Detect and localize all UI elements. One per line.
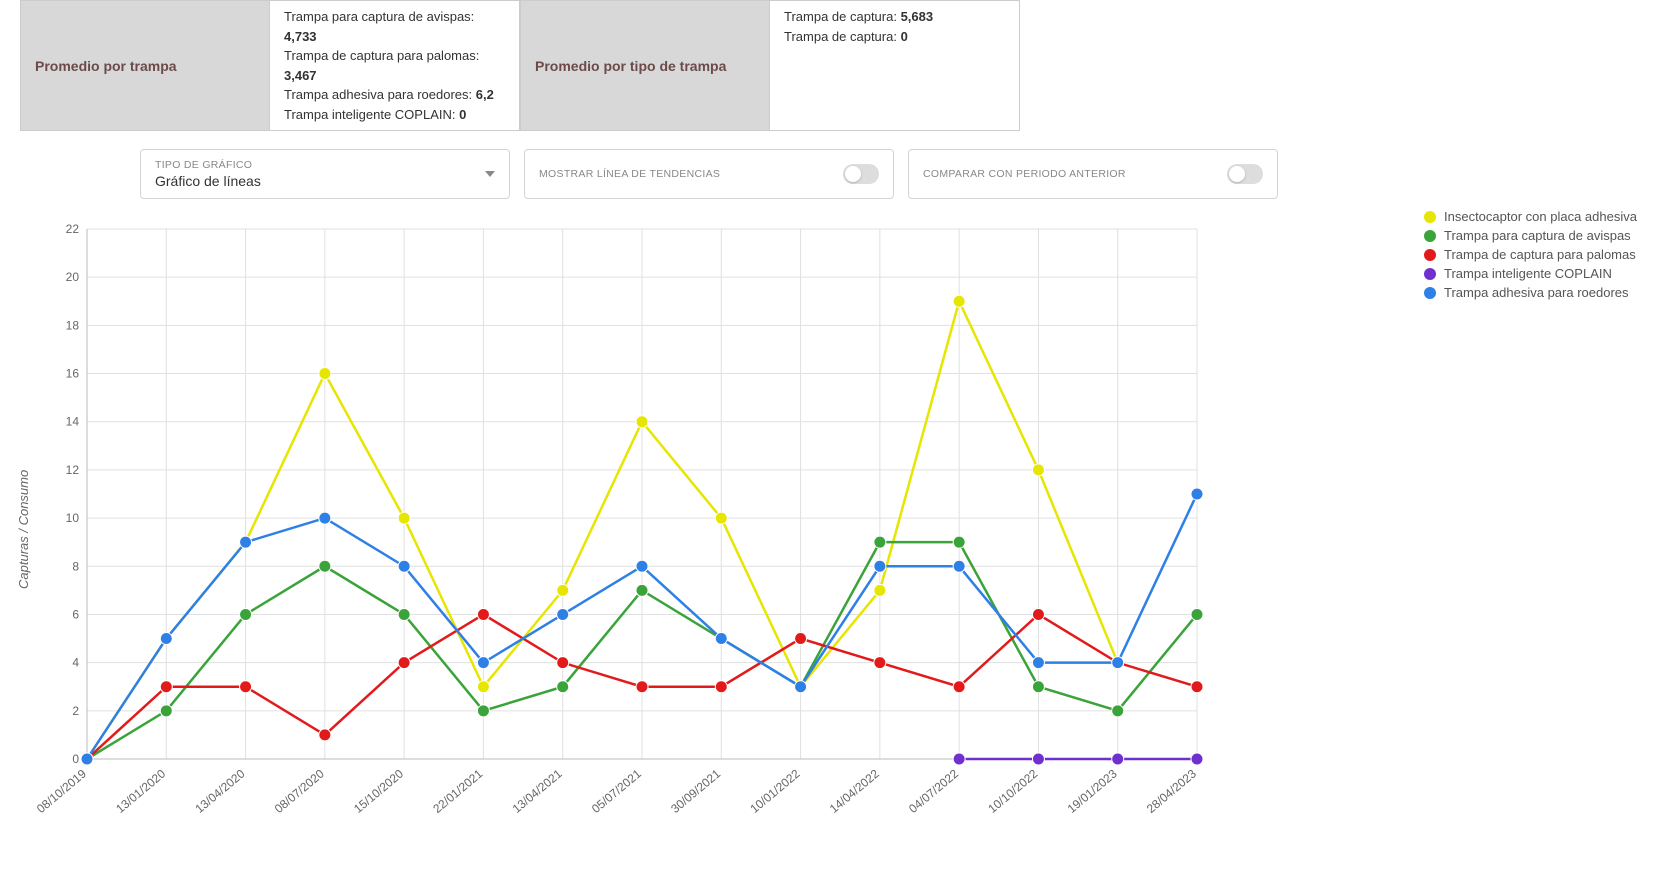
stat-line: Trampa de captura para palomas: 3,467: [284, 46, 505, 85]
svg-text:13/04/2021: 13/04/2021: [510, 766, 565, 816]
legend-dot-icon: [1424, 268, 1436, 280]
svg-text:10: 10: [66, 511, 80, 525]
svg-text:20: 20: [66, 270, 80, 284]
svg-text:2: 2: [72, 704, 79, 718]
legend-label: Trampa para captura de avispas: [1444, 228, 1631, 243]
svg-text:22/01/2021: 22/01/2021: [430, 766, 485, 816]
svg-text:04/07/2022: 04/07/2022: [906, 766, 961, 816]
stat-line: Trampa inteligente COPLAIN: 0: [284, 105, 505, 125]
svg-text:16: 16: [66, 367, 80, 381]
legend-label: Insectocaptor con placa adhesiva: [1444, 209, 1637, 224]
legend-item[interactable]: Insectocaptor con placa adhesiva: [1424, 209, 1648, 224]
chart-type-value: Gráfico de líneas: [155, 173, 261, 189]
svg-text:14/04/2022: 14/04/2022: [827, 766, 882, 816]
toggle-icon: [1227, 164, 1263, 184]
svg-text:12: 12: [66, 463, 80, 477]
legend-dot-icon: [1424, 287, 1436, 299]
chart-area: Capturas / Consumo 0 2 4 6 8 10 12 14 16 18 20 22 08…: [10, 209, 1648, 849]
legend-item[interactable]: Trampa para captura de avispas: [1424, 228, 1648, 243]
svg-text:13/01/2020: 13/01/2020: [113, 766, 168, 816]
legend-dot-icon: [1424, 249, 1436, 261]
svg-text:22: 22: [66, 222, 80, 236]
avg-per-type-body: Trampa de captura: 5,683Trampa de captur…: [770, 0, 1020, 131]
svg-text:18: 18: [66, 318, 80, 332]
svg-text:15/10/2020: 15/10/2020: [351, 766, 406, 816]
legend-label: Trampa adhesiva para roedores: [1444, 285, 1629, 300]
legend-item[interactable]: Trampa adhesiva para roedores: [1424, 285, 1648, 300]
trendline-label: MOSTRAR LÍNEA DE TENDENCIAS: [539, 168, 720, 180]
avg-per-trap-body: Trampa para captura de avispas: 4,733Tra…: [270, 0, 520, 131]
legend-dot-icon: [1424, 211, 1436, 223]
svg-text:13/04/2020: 13/04/2020: [192, 766, 247, 816]
legend-label: Trampa de captura para palomas: [1444, 247, 1636, 262]
stat-line: Trampa adhesiva para roedores: 6,2: [284, 85, 505, 105]
svg-text:05/07/2021: 05/07/2021: [589, 766, 644, 816]
chevron-down-icon: [485, 171, 495, 177]
svg-text:28/04/2023: 28/04/2023: [1144, 766, 1199, 816]
svg-text:14: 14: [66, 415, 80, 429]
legend: Insectocaptor con placa adhesiva Trampa p…: [1418, 209, 1648, 849]
svg-text:19/01/2023: 19/01/2023: [1065, 766, 1120, 816]
avg-per-trap-header: Promedio por trampa: [20, 0, 270, 131]
svg-text:10/10/2022: 10/10/2022: [985, 766, 1040, 816]
compare-toggle[interactable]: COMPARAR CON PERIODO ANTERIOR: [908, 149, 1278, 199]
legend-item[interactable]: Trampa inteligente COPLAIN: [1424, 266, 1648, 281]
legend-item[interactable]: Trampa de captura para palomas: [1424, 247, 1648, 262]
svg-text:30/09/2021: 30/09/2021: [668, 766, 723, 816]
controls-row: TIPO DE GRÁFICO Gráfico de líneas MOSTRA…: [140, 149, 1658, 199]
svg-text:10/01/2022: 10/01/2022: [747, 766, 802, 816]
compare-label: COMPARAR CON PERIODO ANTERIOR: [923, 168, 1126, 180]
stat-line: Trampa para captura de avispas: 4,733: [284, 7, 505, 46]
chart-type-label: TIPO DE GRÁFICO: [155, 159, 261, 171]
legend-dot-icon: [1424, 230, 1436, 242]
toggle-icon: [843, 164, 879, 184]
chart-type-select[interactable]: TIPO DE GRÁFICO Gráfico de líneas: [140, 149, 510, 199]
stat-line: Trampa de captura: 5,683: [784, 7, 1005, 27]
stat-line: Trampa de captura: 0: [784, 27, 1005, 47]
svg-text:4: 4: [72, 656, 79, 670]
svg-text:08/10/2019: 08/10/2019: [37, 766, 89, 816]
avg-per-type-header: Promedio por tipo de trampa: [520, 0, 770, 131]
stats-bar: Promedio por trampa Trampa para captura …: [20, 0, 1658, 131]
line-chart: 0 2 4 6 8 10 12 14 16 18 20 22 08/10/2019 13/01/2020 1…: [37, 209, 1217, 849]
svg-text:0: 0: [72, 752, 79, 766]
legend-label: Trampa inteligente COPLAIN: [1444, 266, 1612, 281]
svg-text:8: 8: [72, 559, 79, 573]
trendline-toggle[interactable]: MOSTRAR LÍNEA DE TENDENCIAS: [524, 149, 894, 199]
svg-text:6: 6: [72, 607, 79, 621]
y-axis-label: Capturas / Consumo: [10, 209, 37, 849]
svg-text:08/07/2020: 08/07/2020: [272, 766, 327, 816]
